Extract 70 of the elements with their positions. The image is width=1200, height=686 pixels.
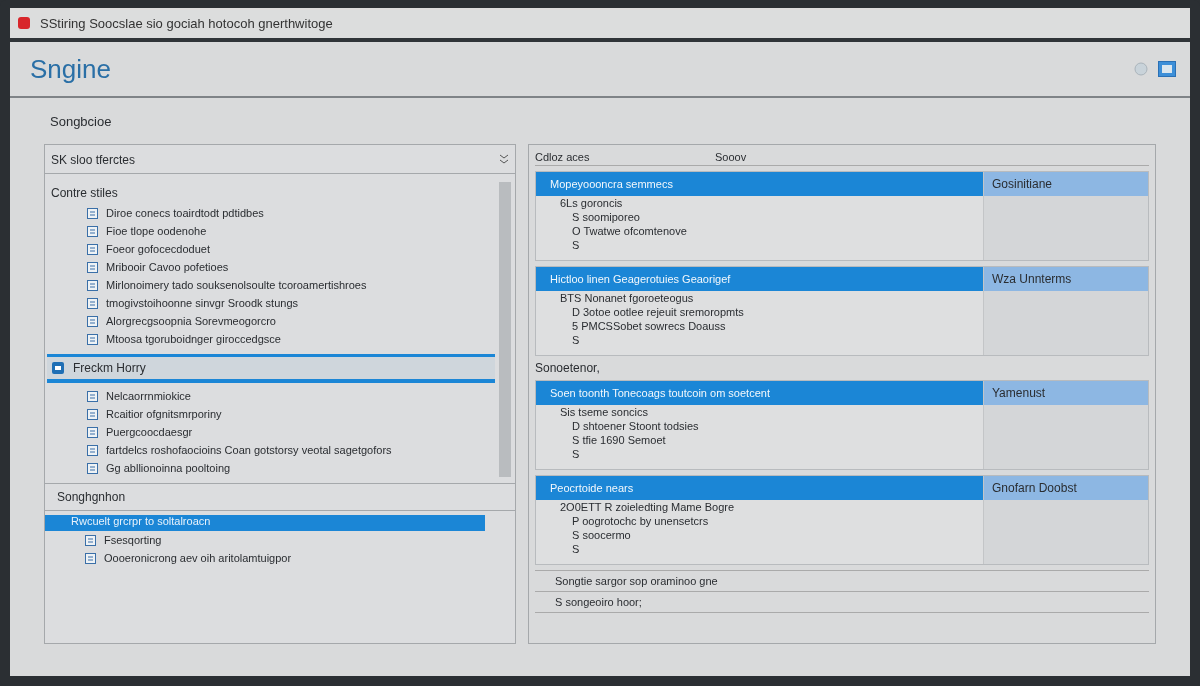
card-line: P oogrotochc by unensetcrs [571,514,710,528]
document-icon [87,279,98,291]
document-icon [87,207,98,219]
document-icon [87,297,98,309]
tree-item[interactable]: Rcaitior ofgnitsmrporiny [47,405,495,423]
card-title[interactable]: Soen toonth Tonecoags toutcoin om soetcent [536,381,983,405]
tree-item[interactable]: Puergcoocdaesgr [47,423,495,441]
card-line: O Twatwe ofcomtenove [571,224,688,238]
document-icon [87,390,98,402]
card-line: 2O0ETT R zoieledting Mame Bogre [559,500,736,514]
tree-item[interactable]: Mribooir Cavoo pofetioes [47,258,495,276]
section-row[interactable]: Songhgnhon [45,484,515,511]
tree-item[interactable]: Mirlonoimery tado souksenolsoulte tcoroamertishroes [47,276,495,294]
document-icon [85,552,96,564]
document-icon [87,315,98,327]
card-line: BTS Nonanet fgoroeteogus [559,291,695,305]
tree-item[interactable]: Foeor gofocecdoduet [47,240,495,258]
document-icon [87,261,98,273]
document-icon [87,408,98,420]
card-title[interactable]: Hictloo linen Geagerotuies Geaorigef [536,267,983,291]
scrollbar[interactable] [499,182,511,477]
card-title[interactable]: Peocrtoide nears [536,476,983,500]
list-item[interactable]: Oooeronicrong aev oih aritolamtuigpor [45,549,515,567]
window-title: SStiring Soocslae sio gociah hotocoh gnerthwitoge [40,15,333,31]
list-item[interactable]: Fsesqorting [45,531,515,549]
footer-row: S songeoiro hoor; [535,592,1149,613]
tree-group[interactable]: Freckm Horry [47,354,495,383]
document-icon [87,426,98,438]
card-line: S [571,238,581,252]
card-line: S soocermo [571,528,632,542]
card-line: 6Ls goroncis [559,196,624,210]
tree-item[interactable]: tmogivstoihoonne sinvgr Sroodk stungs [47,294,495,312]
side-label: Gnofarn Doobst [984,476,1148,500]
column-header: Cdloz aces [535,151,591,163]
document-icon [87,225,98,237]
card-line: S soomiporeo [571,210,641,224]
card-title[interactable]: Mopeyoooncra semmecs [536,172,983,196]
logo: Sngine [30,53,111,85]
footer-row: Songtie sargor sop oraminoo gne [535,571,1149,592]
app-icon [18,17,30,29]
document-icon [87,462,98,474]
card-line: Sis tseme soncics [559,405,650,419]
side-label: Yamenust [984,381,1148,405]
document-icon [87,243,98,255]
tree-item[interactable]: Mtoosa tgoruboidnger giroccedgsce [47,330,495,348]
tree-item[interactable]: Diroe conecs toairdtodt pdtidbes [47,204,495,222]
card-line: S tfie 1690 Semoet [571,433,667,447]
tree-item[interactable]: fartdelcs roshofaocioins Coan gotstorsy veotal sagetgofors [47,441,495,459]
side-label: Gosinitiane [984,172,1148,196]
card-line: 5 PMCSSobet sowrecs Doauss [571,319,727,333]
tree-item[interactable]: Gg abllionoinna pooltoing [47,459,495,477]
column-header: Sooov [715,151,747,163]
side-label: Wza Unnterms [984,267,1148,291]
card-line: S [571,333,581,347]
card-line: D 3otoe ootlee rejeuit sremoropmts [571,305,745,319]
card-line: S [571,447,581,461]
tree-item[interactable]: Nelcaorrnmiokice [47,387,495,405]
tree-group[interactable]: Contre stiles [47,182,495,204]
tree-item[interactable]: Fioe tlope oodenohe [47,222,495,240]
card-line: S [571,542,581,556]
document-icon [87,333,98,345]
tree-item[interactable]: Alorgrecgsoopnia Sorevmeogorcro [47,312,495,330]
section-title: Songbcioe [49,113,113,131]
document-icon [85,534,96,546]
window-icon[interactable] [1158,61,1176,77]
document-icon [87,444,98,456]
panel-title: SK sloo tferctes [51,153,136,167]
card-line: D shtoener Stoont todsies [571,419,700,433]
group-label: Sonoetenor, [535,361,601,375]
list-group[interactable]: Rwcuelt grcrpr to soltalroacn [45,515,485,531]
